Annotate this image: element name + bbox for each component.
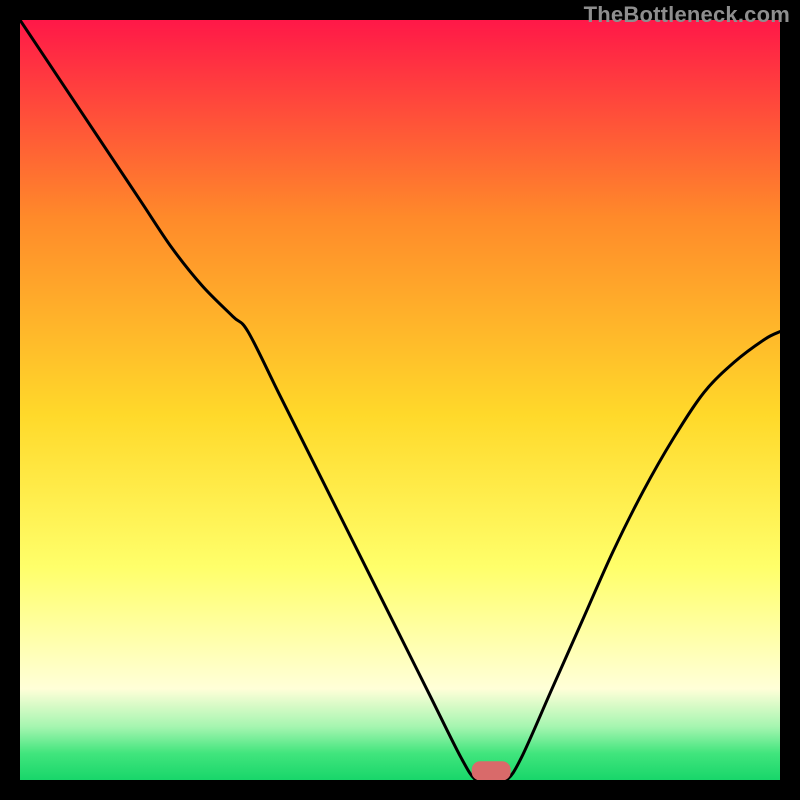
gradient-background (20, 20, 780, 780)
chart-frame: { "watermark": "TheBottleneck.com", "col… (0, 0, 800, 800)
watermark-text: TheBottleneck.com (584, 2, 790, 28)
optimal-marker (472, 762, 510, 780)
bottleneck-chart (20, 20, 780, 780)
